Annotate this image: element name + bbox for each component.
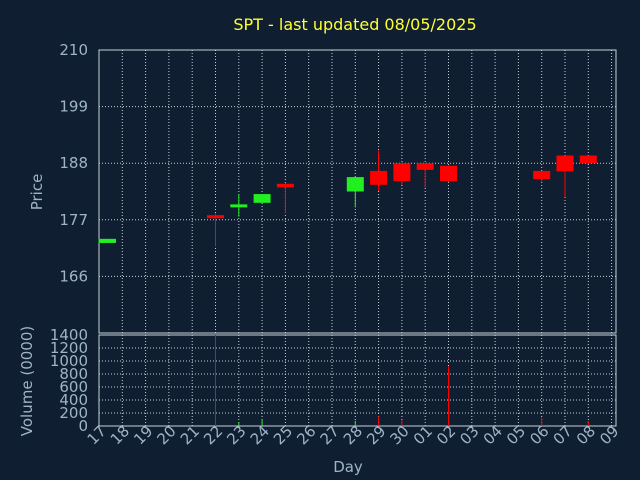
candle-body	[230, 204, 248, 208]
candle-body	[346, 177, 364, 192]
candle-body	[253, 194, 271, 203]
price-axis-ticks: 210 199 188 177 166	[59, 41, 88, 285]
x-axis-label: Day	[333, 458, 363, 476]
price-tick-label: 188	[59, 154, 88, 172]
volume-axis-label: Volume (0000)	[18, 326, 36, 436]
candle-body	[276, 183, 294, 188]
candle-body	[579, 155, 597, 164]
price-tick-label: 210	[59, 41, 88, 59]
candle-body	[440, 165, 457, 182]
stock-chart: SPT - last updated 08/05/2025 210 199 188 1…	[18, 15, 623, 476]
candle-body	[99, 238, 116, 243]
grid-lines	[98, 49, 616, 427]
volume-axis-ticks: 1400120010008006004002000	[50, 326, 88, 435]
day-axis-ticks: 1718192021222324252627282930010203040506…	[84, 422, 623, 448]
price-tick-label: 177	[59, 211, 88, 229]
volume-plot-frame	[98, 334, 617, 427]
price-tick-label: 166	[59, 267, 88, 285]
candle-body	[416, 163, 434, 170]
candle-body	[556, 155, 574, 172]
chart-title: SPT - last updated 08/05/2025	[233, 15, 476, 34]
candle-body	[533, 170, 551, 180]
candle-body	[207, 215, 224, 219]
candle-body	[393, 163, 411, 182]
price-axis-label: Price	[28, 174, 46, 211]
candle-body	[370, 170, 388, 185]
candlesticks	[98, 150, 597, 247]
price-tick-label: 199	[59, 98, 88, 116]
